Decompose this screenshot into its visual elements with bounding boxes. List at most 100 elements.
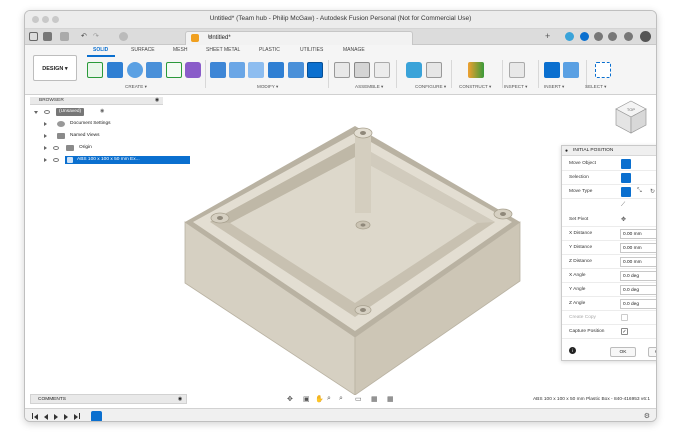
configure-menu[interactable]: CONFIGURE ▾: [415, 84, 446, 90]
workspace-switcher[interactable]: DESIGN ▾: [33, 55, 77, 81]
extrude-icon[interactable]: [107, 62, 123, 78]
visibility-icon[interactable]: [53, 158, 59, 162]
apps-grid-icon[interactable]: [29, 32, 38, 41]
hole-icon[interactable]: [146, 62, 162, 78]
redo-icon[interactable]: ↷: [93, 32, 99, 40]
comments-panel[interactable]: COMMENTS ◉: [30, 394, 187, 404]
ok-button[interactable]: OK: [610, 347, 636, 357]
pattern-icon[interactable]: [166, 62, 182, 78]
shell-icon[interactable]: [248, 62, 264, 78]
pivot-pick-icon[interactable]: ⟋: [621, 202, 625, 209]
browser-item-root[interactable]: (Unsaved) ◉: [34, 108, 144, 116]
go-to-end-icon[interactable]: [74, 414, 78, 420]
set-pivot-icon[interactable]: ✥: [621, 216, 626, 223]
tab-solid[interactable]: SOLID: [93, 47, 108, 53]
insert-derive-icon[interactable]: [544, 62, 560, 78]
home-icon[interactable]: [119, 32, 128, 41]
capture-position-checkbox[interactable]: ✓: [621, 328, 628, 335]
viewcube[interactable]: TOP: [610, 97, 652, 139]
x-angle-input[interactable]: 0.0 deg: [620, 271, 656, 281]
insert-mesh-icon[interactable]: [563, 62, 579, 78]
new-tab-icon[interactable]: +: [545, 31, 550, 41]
info-icon[interactable]: i: [569, 347, 576, 354]
undo-icon[interactable]: ↶: [81, 32, 87, 40]
step-forward-icon[interactable]: [64, 414, 68, 420]
select-menu[interactable]: SELECT ▾: [585, 84, 606, 90]
split-body-icon[interactable]: [288, 62, 304, 78]
z-angle-input[interactable]: 0.0 deg: [620, 299, 656, 309]
help-icon[interactable]: [624, 32, 633, 41]
settings-gear-icon[interactable]: ⚙: [644, 412, 650, 420]
parameters-icon[interactable]: [426, 62, 442, 78]
browser-header[interactable]: BROWSER ◉: [30, 97, 163, 105]
expand-icon[interactable]: [44, 122, 47, 126]
panel-collapse-icon[interactable]: ●: [565, 146, 568, 156]
orbit-icon[interactable]: ✥: [287, 395, 293, 403]
close-tab-icon[interactable]: ×: [208, 34, 407, 41]
expand-icon[interactable]: [44, 158, 47, 162]
notifications-icon[interactable]: [608, 32, 617, 41]
combine-icon[interactable]: [268, 62, 284, 78]
look-at-icon[interactable]: ▣: [303, 395, 310, 403]
as-built-joint-icon[interactable]: [374, 62, 390, 78]
step-back-icon[interactable]: [44, 414, 48, 420]
job-status-icon[interactable]: [565, 32, 574, 41]
play-icon[interactable]: [54, 414, 58, 420]
activate-icon[interactable]: ◉: [100, 108, 104, 116]
create-copy-checkbox[interactable]: [621, 314, 628, 321]
tab-untitled[interactable]: Untitled* ×: [185, 31, 413, 45]
construct-menu[interactable]: CONSTRUCT ▾: [459, 84, 491, 90]
fillet-icon[interactable]: [229, 62, 245, 78]
new-component-icon[interactable]: [334, 62, 350, 78]
comments-toggle-icon[interactable]: ◉: [178, 395, 182, 404]
y-distance-input[interactable]: 0.00 mm: [620, 243, 656, 253]
revolve-icon[interactable]: [127, 62, 143, 78]
rotate-icon[interactable]: ↻: [650, 188, 655, 195]
create-sketch-icon[interactable]: [87, 62, 103, 78]
timeline-feature-icon[interactable]: [91, 411, 102, 421]
tab-sheet-metal[interactable]: SHEET METAL: [206, 47, 240, 53]
zoom-icon[interactable]: ⌕: [327, 395, 331, 403]
pan-icon[interactable]: ✋: [315, 395, 324, 403]
tab-manage[interactable]: MANAGE: [343, 47, 365, 53]
select-icon[interactable]: [595, 62, 611, 78]
browser-options-icon[interactable]: ◉: [155, 97, 159, 105]
go-to-start-icon[interactable]: [34, 414, 38, 420]
assemble-menu[interactable]: ASSEMBLE ▾: [355, 84, 383, 90]
cancel-button[interactable]: Cancel: [648, 347, 656, 357]
y-angle-input[interactable]: 0.0 deg: [620, 285, 656, 295]
modify-menu[interactable]: MODIFY ▾: [257, 84, 278, 90]
create-menu[interactable]: CREATE ▾: [125, 84, 147, 90]
form-icon[interactable]: [185, 62, 201, 78]
insert-menu[interactable]: INSERT ▾: [544, 84, 564, 90]
joint-icon[interactable]: [354, 62, 370, 78]
translate-icon[interactable]: ⤡: [637, 188, 642, 195]
expand-icon[interactable]: [44, 134, 47, 138]
tab-plastic[interactable]: PLASTIC: [259, 47, 280, 53]
measure-icon[interactable]: [509, 62, 525, 78]
grid-settings-icon[interactable]: ▦: [371, 395, 378, 403]
visibility-icon[interactable]: [44, 110, 50, 114]
tab-surface[interactable]: SURFACE: [131, 47, 155, 53]
visibility-icon[interactable]: [53, 146, 59, 150]
tab-mesh[interactable]: MESH: [173, 47, 187, 53]
x-distance-input[interactable]: 0.00 mm: [620, 229, 656, 239]
file-menu-icon[interactable]: [43, 32, 52, 41]
expand-icon[interactable]: [44, 146, 47, 150]
selection-button[interactable]: [621, 173, 631, 183]
viewports-icon[interactable]: ▦: [387, 395, 394, 403]
expand-icon[interactable]: [34, 111, 38, 114]
move-copy-icon[interactable]: [307, 62, 323, 78]
inspect-menu[interactable]: INSPECT ▾: [504, 84, 527, 90]
tab-utilities[interactable]: UTILITIES: [300, 47, 323, 53]
user-avatar[interactable]: [640, 31, 651, 42]
move-object-button[interactable]: [621, 159, 631, 169]
free-move-button[interactable]: [621, 187, 631, 197]
press-pull-icon[interactable]: [210, 62, 226, 78]
configure-icon[interactable]: [406, 62, 422, 78]
display-settings-icon[interactable]: ▭: [355, 395, 362, 403]
browser-item-body[interactable]: ABS 100 x 100 x 50 mm Ex...: [44, 156, 190, 164]
extensions-icon[interactable]: [580, 32, 589, 41]
offset-plane-icon[interactable]: [468, 62, 484, 78]
z-distance-input[interactable]: 0.00 mm: [620, 257, 656, 267]
